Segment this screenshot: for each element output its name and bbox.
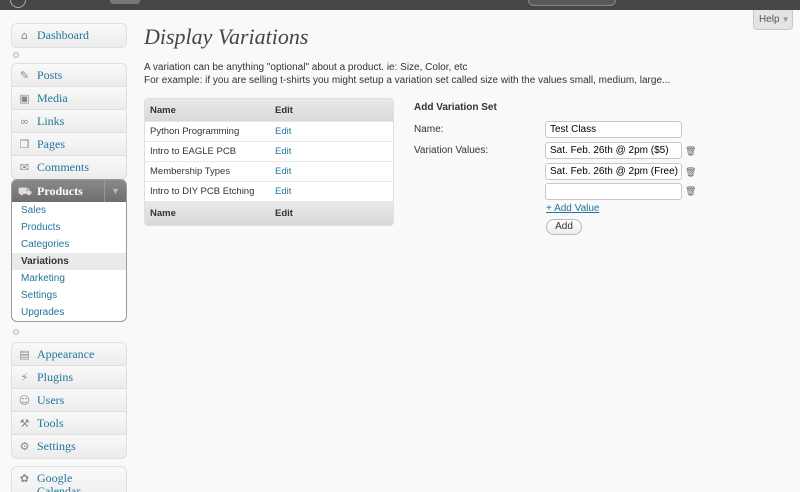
sidebar-item-label: Posts [37,67,63,82]
house-icon: ⌂ [21,29,28,42]
help-button[interactable]: Help ▼ [753,10,793,30]
table-row: Python Programming Edit [145,122,393,142]
form-title: Add Variation Set [414,102,497,113]
name-field[interactable]: Test Class [545,121,682,138]
variation-value-field[interactable]: Sat. Feb. 26th @ 2pm ($5) [545,142,682,159]
sidebar-item-settings[interactable]: ⚙ Settings [12,435,126,458]
menu-group-content: ✎ Posts ▣ Media ∞ Links ❐ Pages ✉ Commen… [11,63,127,180]
admin-bar [0,0,800,10]
menu-group-dashboard: ⌂ Dashboard [11,23,127,48]
menu-toggle-icon[interactable]: ▼ [104,180,126,202]
calendar-icon: ✿ [19,472,30,485]
trash-icon[interactable]: 🗑 [685,146,696,157]
edit-link[interactable]: Edit [275,146,291,157]
submenu-item-variations[interactable]: Variations [12,253,126,270]
table-row: Intro to DIY PCB Etching Edit [145,182,393,202]
search-box[interactable] [528,0,616,6]
sidebar-item-label: Appearance [37,346,95,361]
edit-link[interactable]: Edit [275,166,291,177]
column-footer-edit: Edit [275,208,293,219]
sidebar-item-appearance[interactable]: ▤ Appearance [12,343,126,366]
sidebar-item-pages[interactable]: ❐ Pages [12,133,126,156]
sidebar-item-label: Media [37,90,68,105]
sidebar-item-google-calendar[interactable]: ✿ Google Calendar [12,467,126,492]
sidebar-item-links[interactable]: ∞ Links [12,110,126,133]
sidebar-item-label: Pages [37,136,65,151]
comment-icon: ✉ [19,161,30,174]
wordpress-logo-icon[interactable] [10,0,26,8]
sidebar-item-plugins[interactable]: ⚡ Plugins [12,366,126,389]
submenu-item-sales[interactable]: Sales [12,202,126,219]
sidebar-item-products[interactable]: ⛟ Products ▼ [12,180,126,202]
variations-table: Name Edit Python Programming Edit Intro … [144,98,394,226]
sidebar-item-posts[interactable]: ✎ Posts [12,64,126,87]
trash-icon[interactable]: 🗑 [685,167,696,178]
pushpin-icon: ✎ [19,68,30,82]
variation-values-label: Variation Values: [414,145,489,156]
edit-link[interactable]: Edit [275,126,291,137]
menu-group-admin: ▤ Appearance ⚡ Plugins ☺ Users ⚒ Tools ⚙… [11,342,127,459]
variation-value-field[interactable]: Sat. Feb. 26th @ 2pm (Free) [545,163,682,180]
sidebar-item-label: Comments [37,160,90,174]
page-title: Display Variations [144,24,309,49]
name-label: Name: [414,124,444,135]
variation-value-field[interactable] [545,183,682,200]
help-label: Help [759,14,780,25]
row-name: Membership Types [150,166,231,177]
menu-group-products: ⛟ Products ▼ Sales Products Categories V… [11,179,127,322]
menu-group-extra: ✿ Google Calendar [11,466,127,492]
submenu-item-upgrades[interactable]: Upgrades [12,304,126,321]
pages-icon: ❐ [19,137,30,151]
sidebar-item-label: Tools [37,415,64,430]
media-icon: ▣ [19,91,30,105]
sidebar-item-label: Links [37,113,65,128]
users-icon: ☺ [18,393,31,407]
menu-separator[interactable] [13,329,19,335]
sidebar-item-comments[interactable]: ✉ Comments [12,156,126,179]
appearance-icon: ▤ [19,347,30,361]
sidebar-item-media[interactable]: ▣ Media [12,87,126,110]
sidebar-item-label: Users [37,392,65,407]
chevron-down-icon: ▼ [781,15,790,24]
table-row: Intro to EAGLE PCB Edit [145,142,393,162]
add-button[interactable]: Add [546,219,582,235]
submenu-item-marketing[interactable]: Marketing [12,270,126,287]
row-name: Intro to EAGLE PCB [150,146,237,157]
column-footer-name[interactable]: Name [145,208,275,219]
submenu-item-settings[interactable]: Settings [12,287,126,304]
sidebar-item-label: Plugins [37,369,74,384]
column-header-name[interactable]: Name [145,105,275,116]
column-header-edit: Edit [275,104,293,116]
plugin-icon: ⚡ [20,370,29,384]
sidebar-item-label: Products [37,183,83,198]
settings-icon: ⚙ [19,440,30,453]
sidebar-item-label: Dashboard [37,28,89,42]
description-line-1: A variation can be anything "optional" a… [144,62,468,73]
tools-icon: ⚒ [19,416,30,430]
menu-separator[interactable] [13,52,19,58]
link-icon: ∞ [19,114,30,128]
submenu-item-categories[interactable]: Categories [12,236,126,253]
sidebar-item-label: Google Calendar [37,471,81,492]
sidebar-item-dashboard[interactable]: ⌂ Dashboard [12,24,126,47]
site-title-tab[interactable] [110,0,140,4]
trash-icon[interactable]: 🗑 [685,186,696,197]
row-name: Python Programming [150,126,240,137]
sidebar-item-users[interactable]: ☺ Users [12,389,126,412]
table-footer: Name Edit [145,202,393,225]
cart-icon: ⛟ [18,184,32,198]
description-line-2: For example: if you are selling t-shirts… [144,75,671,86]
sidebar-item-tools[interactable]: ⚒ Tools [12,412,126,435]
add-value-link[interactable]: + Add Value [546,203,599,214]
table-row: Membership Types Edit [145,162,393,182]
table-header: Name Edit [145,99,393,122]
submenu-item-products[interactable]: Products [12,219,126,236]
row-name: Intro to DIY PCB Etching [150,186,255,197]
edit-link[interactable]: Edit [275,186,291,197]
sidebar-item-label: Settings [37,439,76,453]
